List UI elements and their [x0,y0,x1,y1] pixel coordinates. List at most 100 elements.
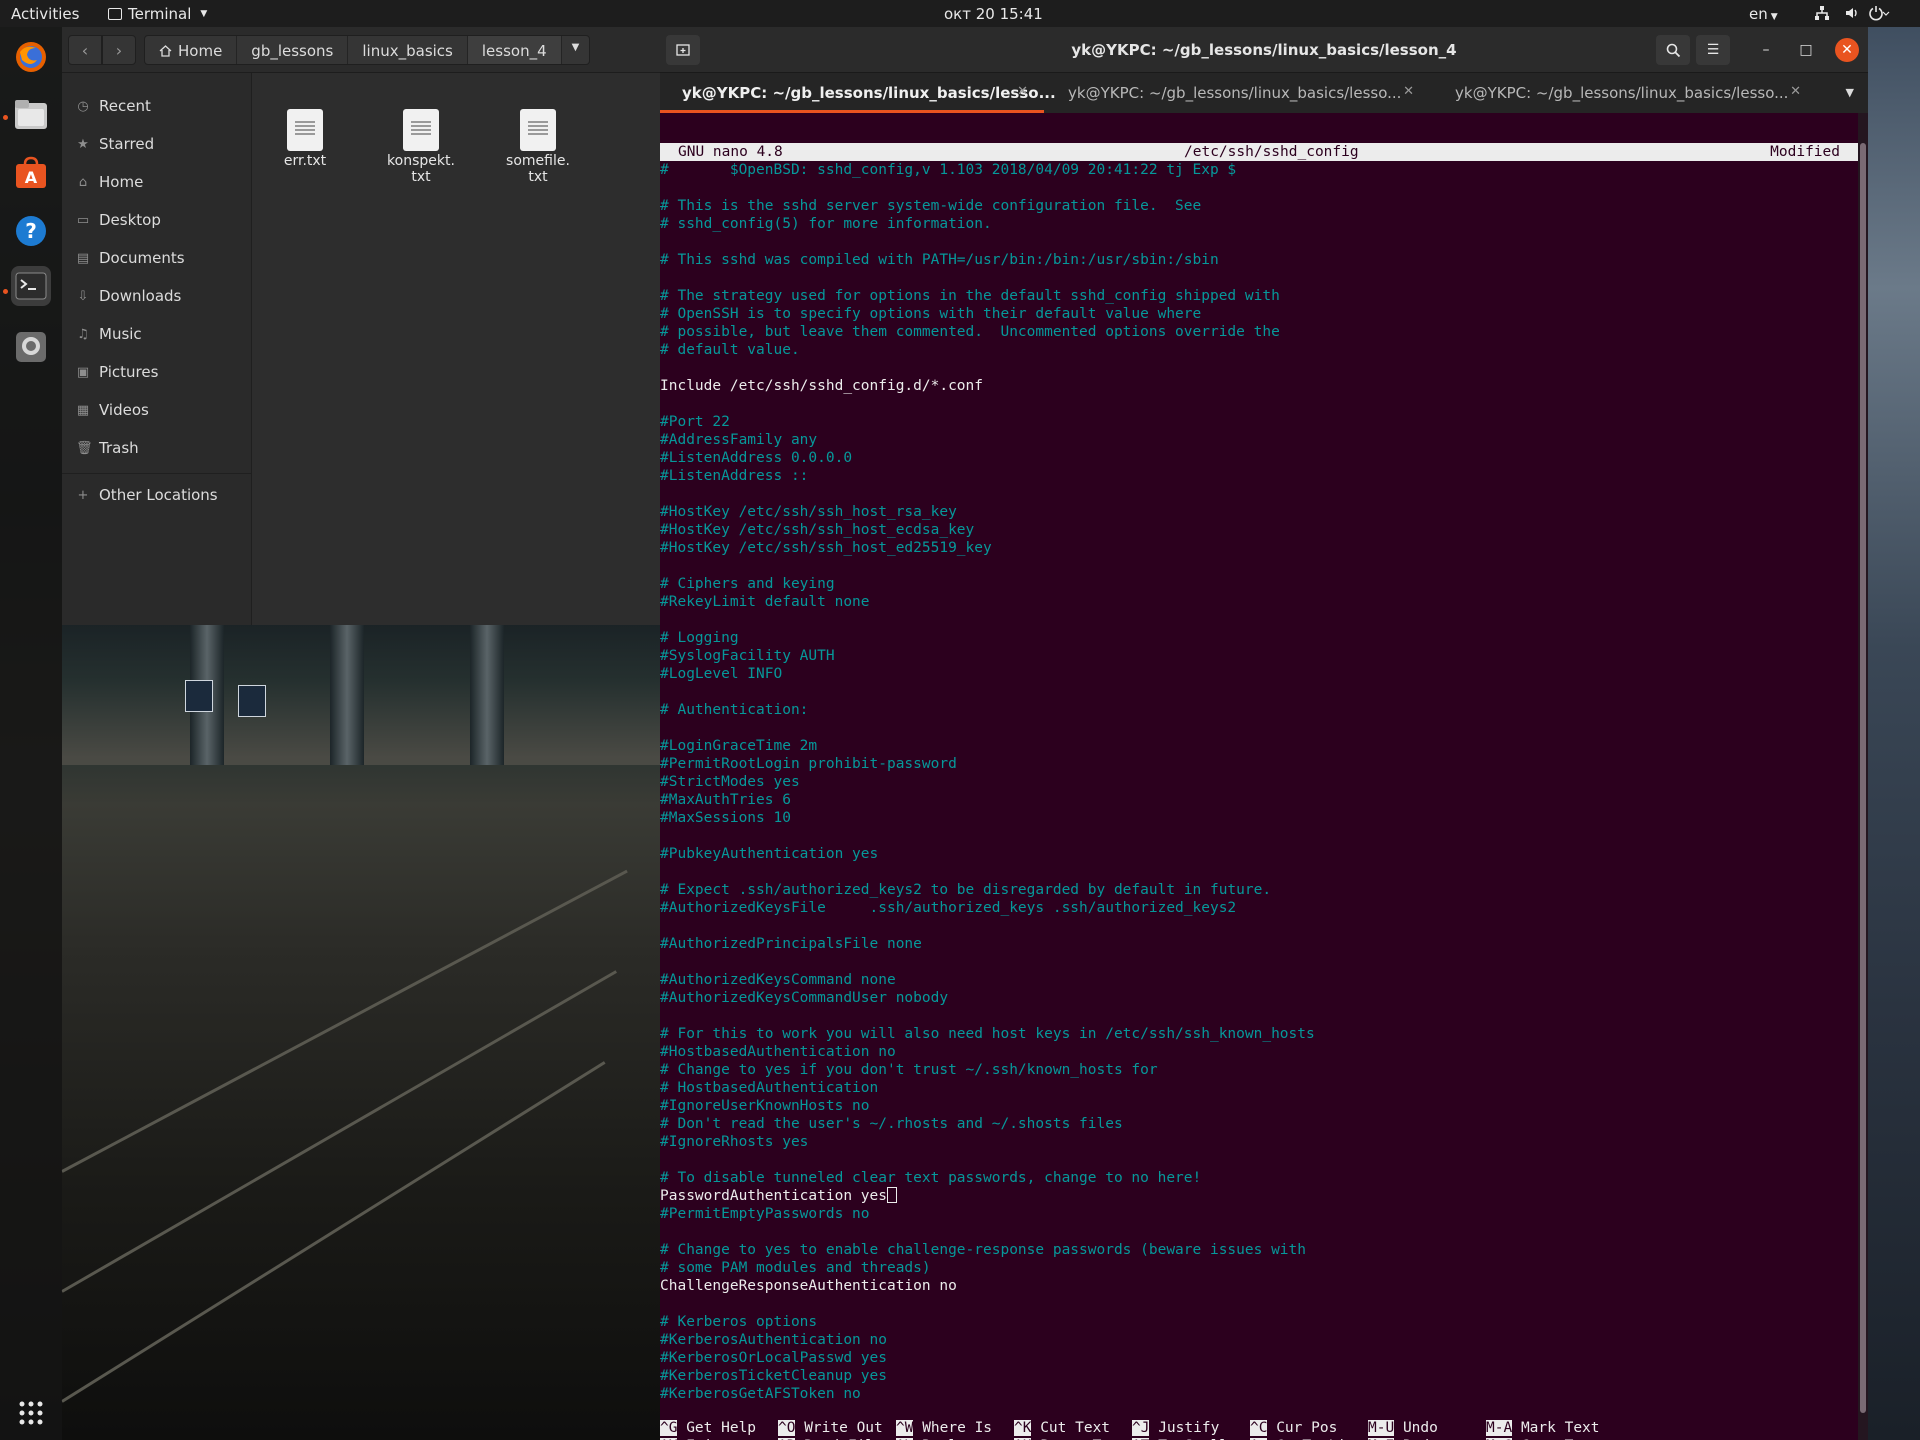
editor-line: # To disable tunneled clear text passwor… [660,1169,1858,1187]
editor-line-text: #LogLevel INFO [660,666,783,682]
language-indicator[interactable]: en ▼ [1749,5,1778,23]
sidebar-item-label: Desktop [99,211,161,229]
minimize-button[interactable]: – [1754,38,1778,62]
editor-line: # default value. [660,341,1858,359]
editor-line: # Change to yes to enable challenge-resp… [660,1241,1858,1259]
terminal-tab-2[interactable]: yk@YKPC: ~/gb_lessons/linux_basics/lesso… [1046,73,1430,113]
editor-line-text: #IgnoreUserKnownHosts no [660,1098,870,1114]
chevron-down-icon[interactable]: ▼ [1846,86,1854,99]
editor-line-text: #KerberosOrLocalPasswd yes [660,1350,887,1366]
breadcrumb-linux-basics[interactable]: linux_basics [348,36,468,64]
clock[interactable]: окт 20 15:41 [944,5,1043,23]
editor-line-text: #LoginGraceTime 2m [660,738,818,754]
svg-text:A: A [25,168,38,187]
text-file-icon [287,109,323,151]
files-icon[interactable] [11,95,51,135]
file-item-err-txt[interactable]: err.txt [258,109,352,169]
help-icon[interactable]: ? [11,211,51,251]
breadcrumb-gb-lessons[interactable]: gb_lessons [237,36,349,64]
app-menu-button[interactable]: Terminal ▼ [108,5,207,23]
editor-line: # Kerberos options [660,1313,1858,1331]
wallpaper-pillar [330,625,364,765]
nano-shortcut: ^C Cur Pos [1250,1419,1337,1437]
activities-button[interactable]: Activities [11,5,79,23]
nano-shortcut: M-A Mark Text [1486,1419,1600,1437]
sidebar-item-other-locations[interactable]: + Other Locations [62,480,252,510]
back-button[interactable]: ‹ [68,35,102,65]
close-button[interactable]: ✕ [1835,38,1859,62]
nano-shortcut: ^J Justify [1132,1419,1219,1437]
forward-button[interactable]: › [102,35,136,65]
editor-line: # OpenSSH is to specify options with the… [660,305,1858,323]
sidebar-item-pictures[interactable]: ▣ Pictures [62,357,252,387]
nano-filename: /etc/ssh/sshd_config [1184,144,1359,160]
sidebar-item-downloads[interactable]: ⇩ Downloads [62,281,252,311]
sidebar-item-music[interactable]: ♫ Music [62,319,252,349]
file-item-konspekt-txt[interactable]: konspekt. txt [374,109,468,185]
network-icon[interactable] [1814,5,1830,25]
nano-editor-buffer[interactable]: # $OpenBSD: sshd_config,v 1.103 2018/04/… [660,161,1858,1403]
sidebar-item-label: Home [99,173,144,191]
maximize-button[interactable]: □ [1794,38,1818,62]
editor-line: #LogLevel INFO [660,665,1858,683]
editor-line: # sshd_config(5) for more information. [660,215,1858,233]
terminal-scrollbar[interactable] [1858,113,1868,1440]
terminal-icon[interactable] [11,266,51,306]
editor-line-text: # $OpenBSD: sshd_config,v 1.103 2018/04/… [660,162,1237,178]
file-item-somefile-txt[interactable]: somefile. txt [491,109,585,185]
editor-line: #PubkeyAuthentication yes [660,845,1858,863]
software-center-icon[interactable]: A [11,153,51,193]
volume-icon[interactable] [1844,5,1860,25]
sidebar-item-videos[interactable]: ▦ Videos [62,395,252,425]
terminal-tab-bar: yk@YKPC: ~/gb_lessons/linux_basics/lesso… [660,73,1868,113]
shortcut-key: ^W [896,1420,914,1436]
editor-line: # Expect .ssh/authorized_keys2 to be dis… [660,881,1858,899]
chevron-down-icon[interactable]: ▼ [562,36,590,64]
file-manager-window: ‹ › Home gb_lessons linux_basics lesson_… [62,27,660,625]
power-icon[interactable] [1868,5,1890,25]
top-bar: Activities Terminal ▼ окт 20 15:41 en ▼ [0,0,1920,27]
shortcut-key: ^G [660,1420,678,1436]
firefox-icon[interactable] [11,37,51,77]
sidebar-item-documents[interactable]: ▤ Documents [62,243,252,273]
sidebar-item-starred[interactable]: ★ Starred [62,129,252,159]
home-icon [159,45,172,57]
menu-button[interactable]: ☰ [1696,35,1730,65]
sidebar-item-trash[interactable]: 🗑 Trash [62,433,252,463]
terminal-content[interactable]: GNU nano 4.8 /etc/ssh/sshd_config Modifi… [660,113,1858,1440]
editor-line-text: #HostbasedAuthentication no [660,1044,896,1060]
sidebar-item-home[interactable]: ⌂ Home [62,167,252,197]
close-icon[interactable]: ✕ [1017,84,1028,99]
breadcrumb-home[interactable]: Home [145,36,238,64]
editor-line-text: # some PAM modules and threads) [660,1260,931,1276]
shortcut-key: ^O [778,1420,796,1436]
shortcut-key: ^K [1014,1420,1032,1436]
editor-line: #AuthorizedKeysFile .ssh/authorized_keys… [660,899,1858,917]
scrollbar-thumb[interactable] [1860,143,1866,1413]
search-button[interactable] [1656,35,1690,65]
shortcut-label: Cur Pos [1276,1420,1338,1436]
nano-shortcut: ^K Cut Text [1014,1419,1110,1437]
editor-line-text: PasswordAuthentication yes [660,1188,887,1204]
close-icon[interactable]: ✕ [1790,84,1801,99]
shortcut-key: ^J [1132,1420,1150,1436]
editor-line: #AddressFamily any [660,431,1858,449]
sidebar-item-desktop[interactable]: ▭ Desktop [62,205,252,235]
editor-line-text: # sshd_config(5) for more information. [660,216,992,232]
sidebar-item-label: Starred [99,135,155,153]
show-apps-icon[interactable] [11,1393,51,1433]
divider [62,473,252,474]
sidebar-item-label: Documents [99,249,185,267]
editor-line: Include /etc/ssh/sshd_config.d/*.conf [660,377,1858,395]
close-icon[interactable]: ✕ [1403,84,1414,99]
nano-modified-status: Modified [1770,144,1840,160]
terminal-tab-1[interactable]: yk@YKPC: ~/gb_lessons/linux_basics/lesso… [660,73,1056,113]
screenshot-icon[interactable] [11,327,51,367]
tab-label: yk@YKPC: ~/gb_lessons/linux_basics/lesso… [682,84,1056,102]
breadcrumb-lesson-4[interactable]: lesson_4 [467,36,562,64]
sidebar-item-recent[interactable]: ◷ Recent [62,91,252,121]
terminal-tab-3[interactable]: yk@YKPC: ~/gb_lessons/linux_basics/lesso… [1433,73,1817,113]
